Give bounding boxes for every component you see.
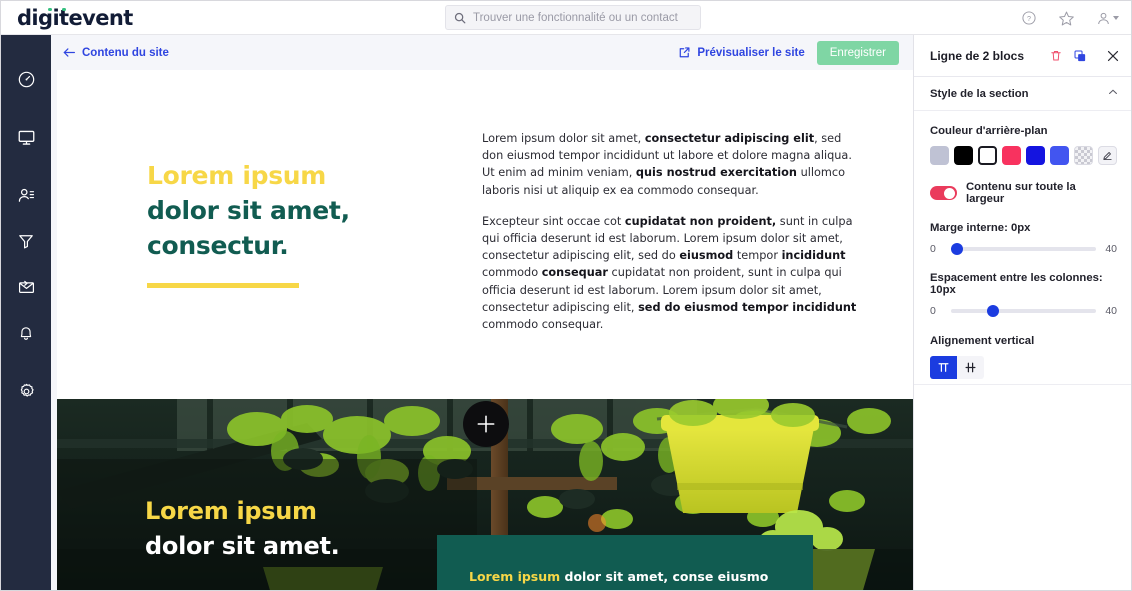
- sidebar-item-notifications[interactable]: [1, 317, 51, 349]
- section-style-label: Style de la section: [930, 87, 1029, 100]
- top-bar: digitevent Trouver une fonctionnalité ou…: [1, 1, 1131, 35]
- heading-block[interactable]: Lorem ipsum dolor sit amet, consectur.: [147, 114, 442, 358]
- column-gap-slider-row: 0 40: [930, 305, 1117, 317]
- panel-title: Ligne de 2 blocs: [930, 48, 1025, 63]
- padding-slider-min: 0: [930, 243, 936, 255]
- heading-line-2: dolor sit amet,: [147, 196, 350, 225]
- column-gap-slider-track[interactable]: [951, 305, 1096, 317]
- section-settings-panel: Ligne de 2 blocs Style de la section Cou…: [913, 35, 1131, 590]
- search-input[interactable]: Trouver une fonctionnalité ou un contact: [445, 5, 701, 30]
- swatch-lavender[interactable]: [930, 146, 949, 165]
- paragraph-2: Excepteur sint occae cot cupidatat non p…: [482, 214, 857, 332]
- fullwidth-toggle-label: Contenu sur toute la largeur: [965, 181, 1076, 205]
- preview-site-link[interactable]: Prévisualiser le site: [678, 46, 805, 59]
- padding-slider-max: 40: [1105, 243, 1117, 255]
- editor-toolbar: Contenu du site Prévisualiser le site En…: [51, 35, 913, 70]
- vertical-align-button-group: [930, 356, 1117, 379]
- column-gap-slider-block: Espacement entre les colonnes: 10px 0 40: [930, 272, 1117, 317]
- svg-text:?: ?: [1027, 14, 1031, 23]
- app-window: digitevent Trouver une fonctionnalité ou…: [0, 0, 1132, 591]
- sidebar-item-filters[interactable]: [1, 225, 51, 257]
- swatch-indigo[interactable]: [1050, 146, 1069, 165]
- close-icon[interactable]: [1105, 48, 1121, 64]
- swatch-pink[interactable]: [1002, 146, 1021, 165]
- chevron-up-icon[interactable]: [1107, 85, 1119, 103]
- panel-header: Ligne de 2 blocs: [914, 35, 1131, 77]
- sidebar-item-emails[interactable]: [1, 271, 51, 303]
- hero-caption-line-1: Lorem ipsum: [145, 497, 317, 525]
- yellow-planter: [661, 415, 819, 513]
- external-link-icon: [680, 47, 690, 58]
- align-middle-button[interactable]: [957, 356, 984, 379]
- search-icon: [454, 12, 466, 23]
- background-color-label: Couleur d'arrière-plan: [930, 125, 1048, 137]
- hero-caption-line-2: dolor sit amet.: [145, 532, 340, 560]
- column-gap-slider-min: 0: [930, 305, 936, 317]
- pencil-icon: [1103, 152, 1112, 161]
- heading-underline-rule: [147, 283, 299, 288]
- save-button[interactable]: Enregistrer: [816, 40, 899, 65]
- logo-text: digitevent: [17, 5, 133, 30]
- digitevent-logo[interactable]: digitevent: [17, 6, 133, 30]
- preview-link-label: Prévisualiser le site: [697, 46, 805, 59]
- paragraph-block[interactable]: Lorem ipsum dolor sit amet, consectetur …: [482, 114, 860, 358]
- two-block-row-section[interactable]: Lorem ipsum dolor sit amet, consectur. L…: [57, 70, 913, 388]
- hero-caption: Lorem ipsum dolor sit amet.: [145, 497, 340, 560]
- vertical-align-label: Alignement vertical: [930, 335, 1035, 347]
- fullwidth-toggle-row: Contenu sur toute la largeur: [930, 181, 1117, 205]
- arrow-left-icon: [63, 48, 75, 57]
- section-style-header[interactable]: Style de la section: [914, 77, 1131, 111]
- padding-slider-row: 0 40: [930, 243, 1117, 255]
- panel-body: Couleur d'arrière-plan Contenu sur toute…: [914, 111, 1131, 379]
- left-sidebar: [1, 35, 51, 590]
- align-top-icon: [938, 363, 949, 372]
- hero-card-accent-text: Lorem ipsum: [469, 569, 561, 584]
- padding-slider-block: Marge interne: 0px 0 40: [930, 222, 1117, 255]
- editor-area: Contenu du site Prévisualiser le site En…: [51, 35, 913, 590]
- trash-icon[interactable]: [1049, 49, 1063, 63]
- padding-slider-track[interactable]: [951, 243, 1096, 255]
- hero-card-text: Lorem ipsum dolor sit amet, conse eiusmo…: [469, 567, 783, 590]
- chevron-down-icon: [1113, 16, 1119, 20]
- swatch-custom-edit[interactable]: [1098, 146, 1117, 165]
- toggle-knob: [944, 187, 956, 199]
- sidebar-item-contacts[interactable]: [1, 179, 51, 211]
- heading-line-1: Lorem ipsum: [147, 161, 327, 190]
- swatch-white[interactable]: [978, 146, 997, 165]
- swatch-transparent[interactable]: [1074, 146, 1093, 165]
- sidebar-item-settings[interactable]: [1, 375, 51, 407]
- sidebar-item-site[interactable]: [1, 121, 51, 153]
- logo-dot-left: [48, 7, 52, 11]
- star-icon[interactable]: [1058, 10, 1075, 27]
- column-gap-slider-label: Espacement entre les colonnes: 10px: [930, 272, 1103, 296]
- align-middle-icon: [965, 362, 976, 373]
- heading-line-3: consectur.: [147, 231, 289, 260]
- padding-slider-label: Marge interne: 0px: [930, 222, 1031, 234]
- vertical-align-block: Alignement vertical: [930, 335, 1117, 379]
- column-gap-slider-thumb[interactable]: [987, 305, 1000, 317]
- editor-toolbar-actions: Prévisualiser le site Enregistrer: [678, 35, 899, 70]
- hero-teal-card[interactable]: Lorem ipsum dolor sit amet, conse eiusmo…: [437, 535, 813, 590]
- align-top-button[interactable]: [930, 356, 957, 379]
- page-canvas: Lorem ipsum dolor sit amet, consectur. L…: [57, 70, 913, 590]
- sidebar-item-dashboard[interactable]: [1, 63, 51, 95]
- add-block-button[interactable]: [463, 401, 509, 447]
- paragraph-1: Lorem ipsum dolor sit amet, consectetur …: [482, 132, 852, 197]
- panel-divider: [914, 384, 1131, 385]
- back-to-site-content-link[interactable]: Contenu du site: [63, 47, 169, 59]
- duplicate-icon[interactable]: [1073, 49, 1087, 63]
- swatch-black[interactable]: [954, 146, 973, 165]
- swatch-blue[interactable]: [1026, 146, 1045, 165]
- fullwidth-toggle[interactable]: [930, 186, 957, 200]
- search-placeholder: Trouver une fonctionnalité ou un contact: [473, 11, 678, 24]
- logo-dot-right: [62, 7, 66, 11]
- column-gap-slider-max: 40: [1105, 305, 1117, 317]
- back-link-label: Contenu du site: [82, 46, 169, 59]
- help-icon[interactable]: ?: [1021, 10, 1037, 26]
- padding-slider-thumb[interactable]: [951, 243, 963, 255]
- plus-icon: [477, 415, 495, 433]
- color-swatch-group: [930, 146, 1117, 165]
- header-icon-group: ?: [1021, 1, 1119, 35]
- account-icon[interactable]: [1096, 11, 1119, 26]
